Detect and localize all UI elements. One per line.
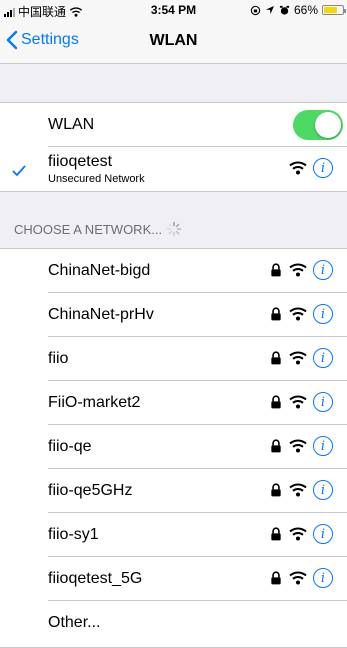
network-name: FiiO-market2: [48, 394, 141, 411]
info-icon[interactable]: i: [313, 568, 333, 588]
other-network-row[interactable]: Other...: [0, 601, 347, 645]
info-icon[interactable]: i: [313, 392, 333, 412]
network-icons: i: [269, 348, 333, 368]
lock-icon: [271, 395, 281, 409]
toggle-knob: [315, 112, 341, 138]
connected-network-icons: i: [289, 158, 333, 178]
wlan-group: WLAN fiioqetest Unsecured Network i: [0, 102, 347, 192]
wifi-signal-icon: [289, 263, 307, 277]
wifi-signal-icon: [289, 395, 307, 409]
wifi-signal-icon: [289, 351, 307, 365]
lock-icon: [271, 307, 281, 321]
status-bar: 中国联通 3:54 PM 66%: [0, 0, 347, 20]
info-icon[interactable]: i: [313, 480, 333, 500]
network-row[interactable]: fiio-sy1 i: [0, 513, 347, 557]
network-name: ChinaNet-prHv: [48, 306, 154, 323]
lock-icon: [271, 351, 281, 365]
network-row[interactable]: fiioqetest_5G i: [0, 557, 347, 601]
network-row[interactable]: fiio-qe i: [0, 425, 347, 469]
network-name: fiio: [48, 350, 69, 367]
checkmark-icon: [12, 165, 26, 176]
network-icons: i: [269, 260, 333, 280]
connected-network-subtitle: Unsecured Network: [48, 173, 145, 185]
lock-icon: [271, 483, 281, 497]
network-name: fiio-sy1: [48, 526, 99, 543]
network-icons: i: [269, 480, 333, 500]
network-row[interactable]: FiiO-market2 i: [0, 381, 347, 425]
info-icon[interactable]: i: [313, 436, 333, 456]
battery-icon: [322, 5, 346, 15]
navigation-bar: Settings WLAN: [0, 20, 347, 64]
lock-icon: [271, 527, 281, 541]
wifi-signal-icon: [289, 527, 307, 541]
page-title: WLAN: [149, 32, 198, 49]
rotation-lock-icon: [250, 5, 261, 15]
network-icons: i: [269, 304, 333, 324]
network-icons: i: [269, 392, 333, 412]
battery-percent: 66%: [293, 3, 318, 17]
wifi-signal-icon: [289, 307, 307, 321]
network-row[interactable]: fiio-qe5GHz i: [0, 469, 347, 513]
network-row[interactable]: ChinaNet-prHv i: [0, 293, 347, 337]
info-icon[interactable]: i: [313, 158, 333, 178]
network-icons: i: [269, 436, 333, 456]
wifi-signal-icon: [289, 161, 307, 175]
wlan-toggle-row: WLAN: [0, 103, 347, 147]
wifi-signal-icon: [289, 439, 307, 453]
info-icon[interactable]: i: [313, 260, 333, 280]
network-name: fiioqetest_5G: [48, 570, 143, 587]
wlan-toggle-switch[interactable]: [293, 110, 343, 140]
status-right: 66%: [250, 3, 346, 17]
lock-icon: [271, 439, 281, 453]
connected-network-name: fiioqetest: [48, 153, 113, 170]
wlan-label: WLAN: [48, 116, 95, 133]
network-name: fiio-qe: [48, 438, 92, 455]
info-icon[interactable]: i: [313, 304, 333, 324]
connected-network-row[interactable]: fiioqetest Unsecured Network i: [0, 147, 347, 191]
location-icon: [265, 6, 274, 14]
info-icon[interactable]: i: [313, 524, 333, 544]
lock-icon: [271, 571, 281, 585]
wifi-signal-icon: [289, 483, 307, 497]
alarm-icon: [279, 5, 290, 15]
lock-icon: [271, 263, 281, 277]
choose-network-header: CHOOSE A NETWORK...: [14, 221, 182, 237]
network-icons: i: [269, 524, 333, 544]
network-list: ChinaNet-bigd i ChinaNet-prHv i fiio i FiiO-ma…: [0, 248, 347, 648]
other-network-label: Other...: [48, 614, 101, 631]
network-row[interactable]: ChinaNet-bigd i: [0, 249, 347, 293]
network-name: ChinaNet-bigd: [48, 262, 151, 279]
network-row[interactable]: fiio i: [0, 337, 347, 381]
network-name: fiio-qe5GHz: [48, 482, 133, 499]
wifi-signal-icon: [289, 571, 307, 585]
section-header-label: CHOOSE A NETWORK...: [14, 221, 163, 237]
network-icons: i: [269, 568, 333, 588]
loading-spinner-icon: [166, 221, 182, 237]
info-icon[interactable]: i: [313, 348, 333, 368]
